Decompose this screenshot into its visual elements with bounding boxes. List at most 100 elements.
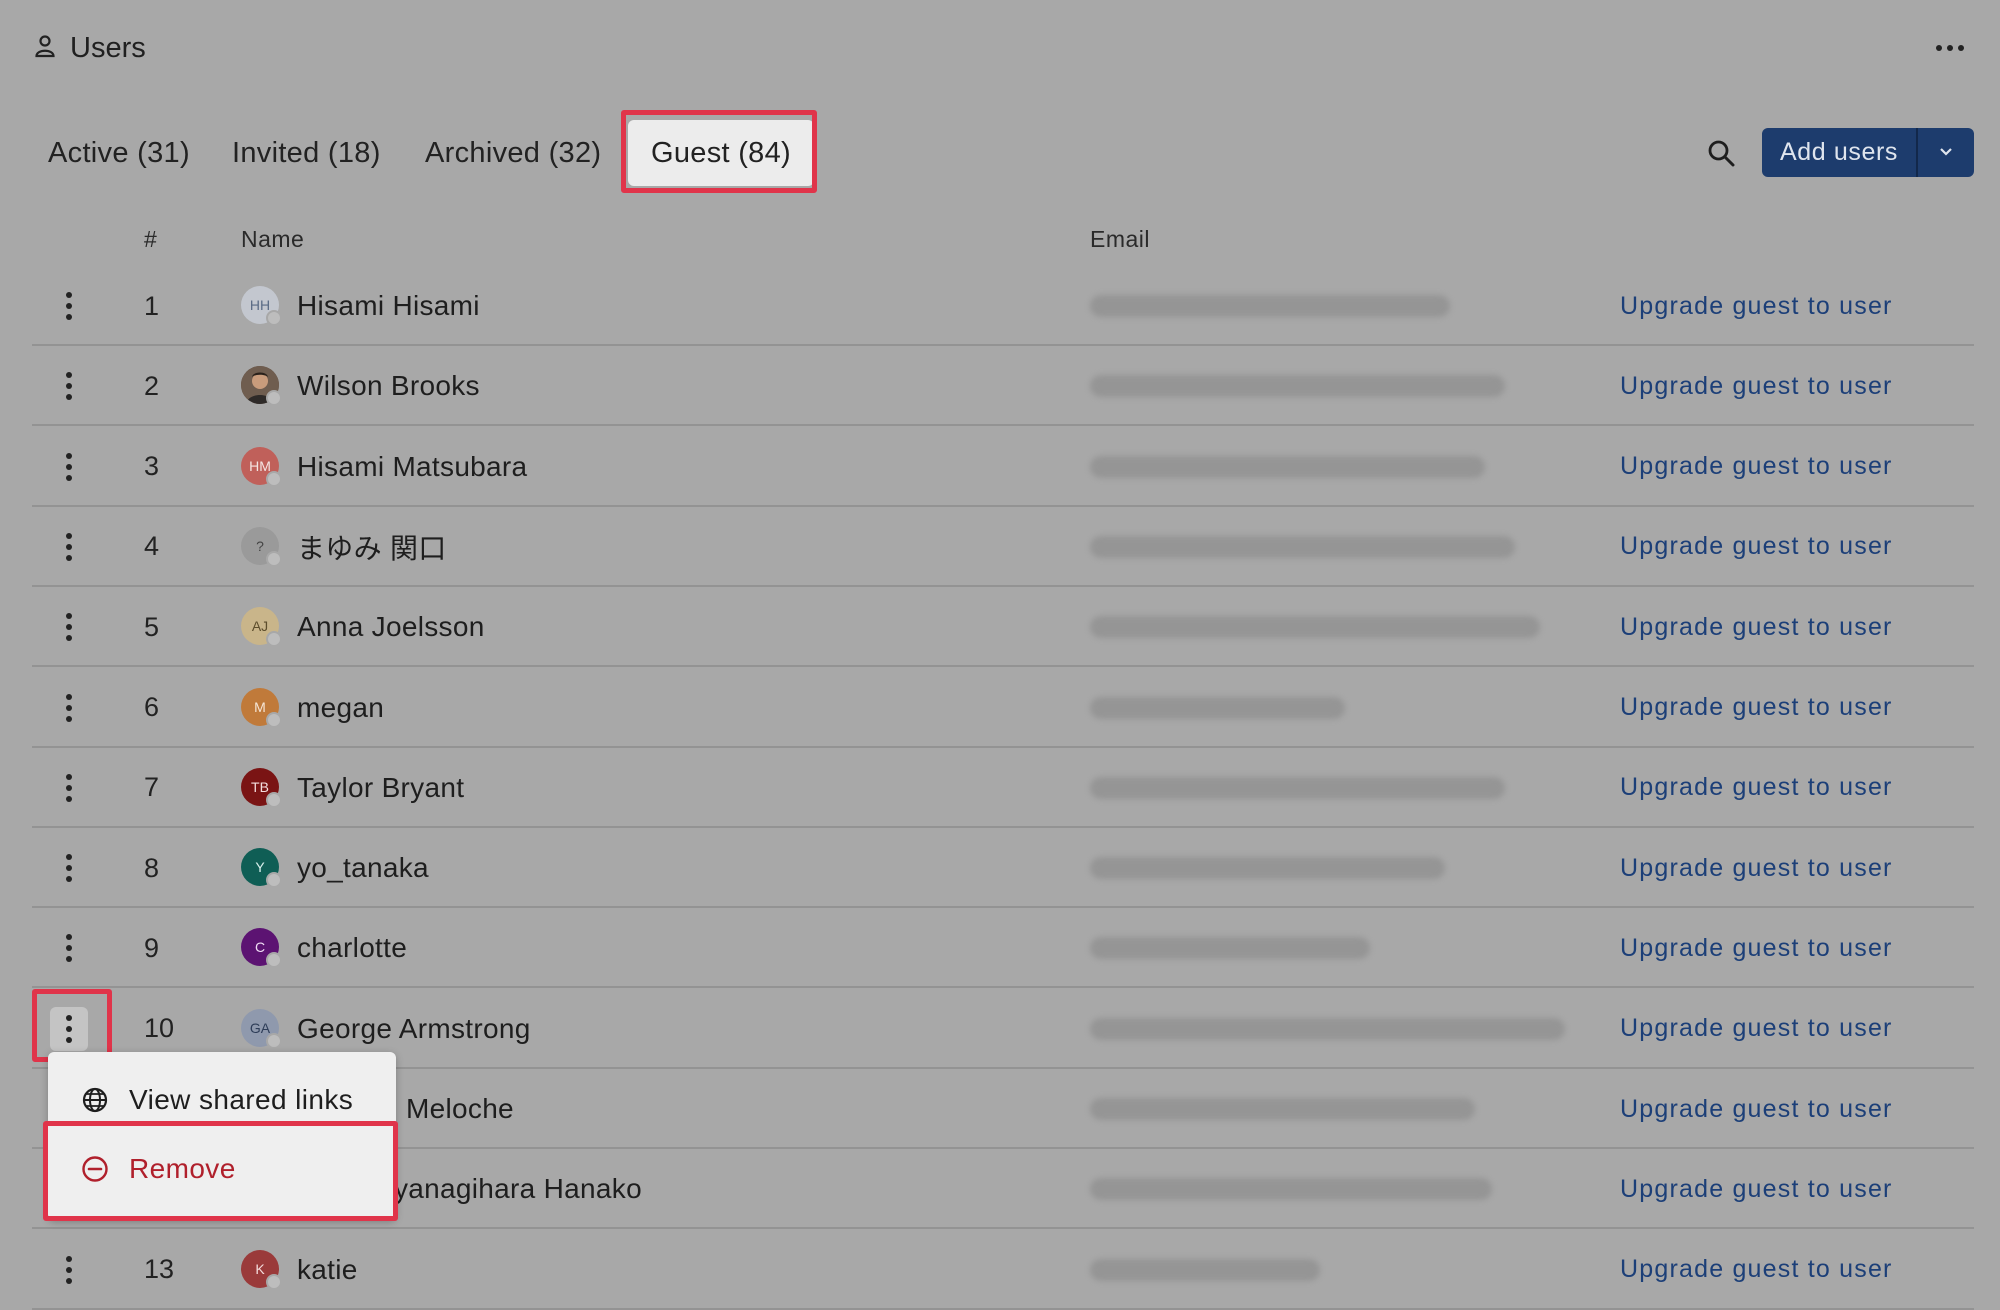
minus-circle-icon [80, 1154, 110, 1184]
avatar-initials: GA [249, 1019, 271, 1036]
table-row[interactable]: 8 Yyo_tanaka Upgrade guest to user [32, 828, 1974, 909]
user-name: yanagihara Hanako [394, 1173, 642, 1205]
avatar: HM [241, 446, 282, 487]
more-options-icon[interactable] [1930, 28, 1970, 68]
row-number: 5 [144, 611, 160, 642]
upgrade-guest-link[interactable]: Upgrade guest to user [1620, 908, 1893, 988]
table-row[interactable]: 6 Mmegan Upgrade guest to user [32, 668, 1974, 748]
avatar: ? [241, 526, 282, 567]
user-name: Hisami Matsubara [297, 450, 528, 482]
row-actions-icon[interactable] [54, 688, 84, 728]
upgrade-guest-link[interactable]: Upgrade guest to user [1620, 507, 1893, 587]
email-redacted [1090, 1098, 1475, 1120]
upgrade-guest-link[interactable]: Upgrade guest to user [1620, 668, 1893, 748]
row-actions-icon[interactable] [54, 607, 84, 647]
row-actions-icon[interactable] [54, 848, 84, 888]
avatar [241, 366, 282, 407]
row-number: 2 [144, 370, 160, 401]
row-number: 13 [144, 1254, 175, 1285]
row-context-menu: View shared links Remove [48, 1052, 396, 1220]
table-row[interactable]: 5 AJ Anna Joelsson Upgrade guest to user [32, 587, 1974, 668]
avatar-initials: TB [251, 778, 269, 795]
user-name: katie [297, 1253, 358, 1285]
row-actions-icon[interactable] [54, 527, 84, 567]
upgrade-guest-link[interactable]: Upgrade guest to user [1620, 748, 1893, 828]
email-redacted [1090, 857, 1445, 880]
avatar: HH [241, 286, 282, 326]
upgrade-guest-link[interactable]: Upgrade guest to user [1620, 427, 1893, 507]
tab-active[interactable]: Active (31) [48, 120, 190, 186]
tab-archived[interactable]: Archived (32) [425, 120, 601, 186]
table-row[interactable]: 2 Wilson Brooks Upgrade guest to user [32, 346, 1974, 427]
email-redacted [1090, 295, 1450, 317]
user-name: Taylor Bryant [297, 771, 465, 803]
tab-invited[interactable]: Invited (18) [232, 120, 381, 186]
person-icon [34, 34, 56, 63]
upgrade-guest-link[interactable]: Upgrade guest to user [1620, 587, 1893, 667]
upgrade-guest-link[interactable]: Upgrade guest to user [1620, 828, 1893, 908]
user-name: megan [297, 691, 385, 723]
menu-item-label: View shared links [129, 1084, 354, 1115]
page-title: Users [70, 31, 146, 64]
row-number: 7 [144, 772, 160, 803]
row-number: 8 [144, 852, 160, 883]
row-number: 1 [144, 290, 160, 321]
email-redacted [1090, 937, 1370, 960]
row-number: 6 [144, 692, 160, 722]
row-actions-icon[interactable] [54, 1250, 84, 1290]
column-header-name[interactable]: Name [241, 226, 304, 253]
user-name: Hisami Hisami [297, 290, 480, 321]
row-actions-icon[interactable] [54, 286, 84, 326]
email-redacted [1090, 1017, 1565, 1040]
tab-guest[interactable]: Guest (84) [628, 120, 814, 186]
email-redacted [1090, 375, 1505, 398]
avatar-initials: HH [249, 297, 271, 313]
avatar: C [241, 928, 282, 969]
row-actions-icon[interactable] [54, 928, 84, 968]
email-redacted [1090, 455, 1485, 478]
upgrade-guest-link[interactable]: Upgrade guest to user [1620, 266, 1893, 346]
user-name: yo_tanaka [297, 852, 429, 884]
avatar: GA [241, 1008, 282, 1049]
column-header-number: # [144, 226, 158, 252]
row-number: 3 [144, 451, 160, 482]
avatar: AJ [241, 607, 282, 648]
table-row[interactable]: 1 HH Hisami Hisami Upgrade guest to user [32, 266, 1974, 346]
email-redacted [1090, 1178, 1492, 1201]
table-row[interactable]: 7 TB Taylor Bryant Upgrade guest to user [32, 748, 1974, 828]
user-name: charlotte [297, 932, 408, 964]
row-number: 9 [144, 932, 160, 963]
avatar: TB [241, 767, 282, 808]
row-actions-icon[interactable] [50, 1006, 88, 1051]
add-users-dropdown-button[interactable] [1918, 128, 1974, 177]
avatar: Y [241, 848, 282, 889]
avatar-initials: C [254, 939, 266, 956]
upgrade-guest-link[interactable]: Upgrade guest to user [1620, 1149, 1893, 1229]
table-row[interactable]: 3 HM Hisami Matsubara Upgrade guest to user [32, 427, 1974, 507]
email-redacted [1090, 696, 1345, 719]
table-row[interactable]: 9 Ccharlotte Upgrade guest to user [32, 908, 1974, 989]
avatar-initials: HM [249, 457, 271, 474]
row-actions-icon[interactable] [54, 366, 84, 406]
user-name: Wilson Brooks [297, 370, 480, 402]
avatar-initials: AJ [251, 618, 269, 635]
avatar-initials: Y [255, 859, 265, 876]
email-redacted [1090, 616, 1540, 639]
user-name: Anna Joelsson [297, 611, 485, 643]
globe-icon [80, 1085, 110, 1115]
upgrade-guest-link[interactable]: Upgrade guest to user [1620, 1230, 1893, 1310]
upgrade-guest-link[interactable]: Upgrade guest to user [1620, 346, 1893, 426]
menu-item-remove[interactable]: Remove [48, 1136, 396, 1202]
table-row[interactable]: 13 Kkatie Upgrade guest to user [32, 1230, 1974, 1310]
row-actions-icon[interactable] [54, 447, 84, 487]
add-users-button[interactable]: Add users [1762, 128, 1916, 177]
search-icon[interactable] [1700, 132, 1742, 174]
email-redacted [1090, 776, 1505, 799]
column-header-email[interactable]: Email [1090, 226, 1150, 253]
add-users-split-button: Add users [1762, 128, 1974, 177]
table-row[interactable]: 4? まゆみ 関口 Upgrade guest to user [32, 507, 1974, 587]
menu-item-view-shared-links[interactable]: View shared links [48, 1067, 396, 1133]
upgrade-guest-link[interactable]: Upgrade guest to user [1620, 989, 1893, 1069]
upgrade-guest-link[interactable]: Upgrade guest to user [1620, 1069, 1893, 1149]
row-actions-icon[interactable] [54, 768, 84, 808]
